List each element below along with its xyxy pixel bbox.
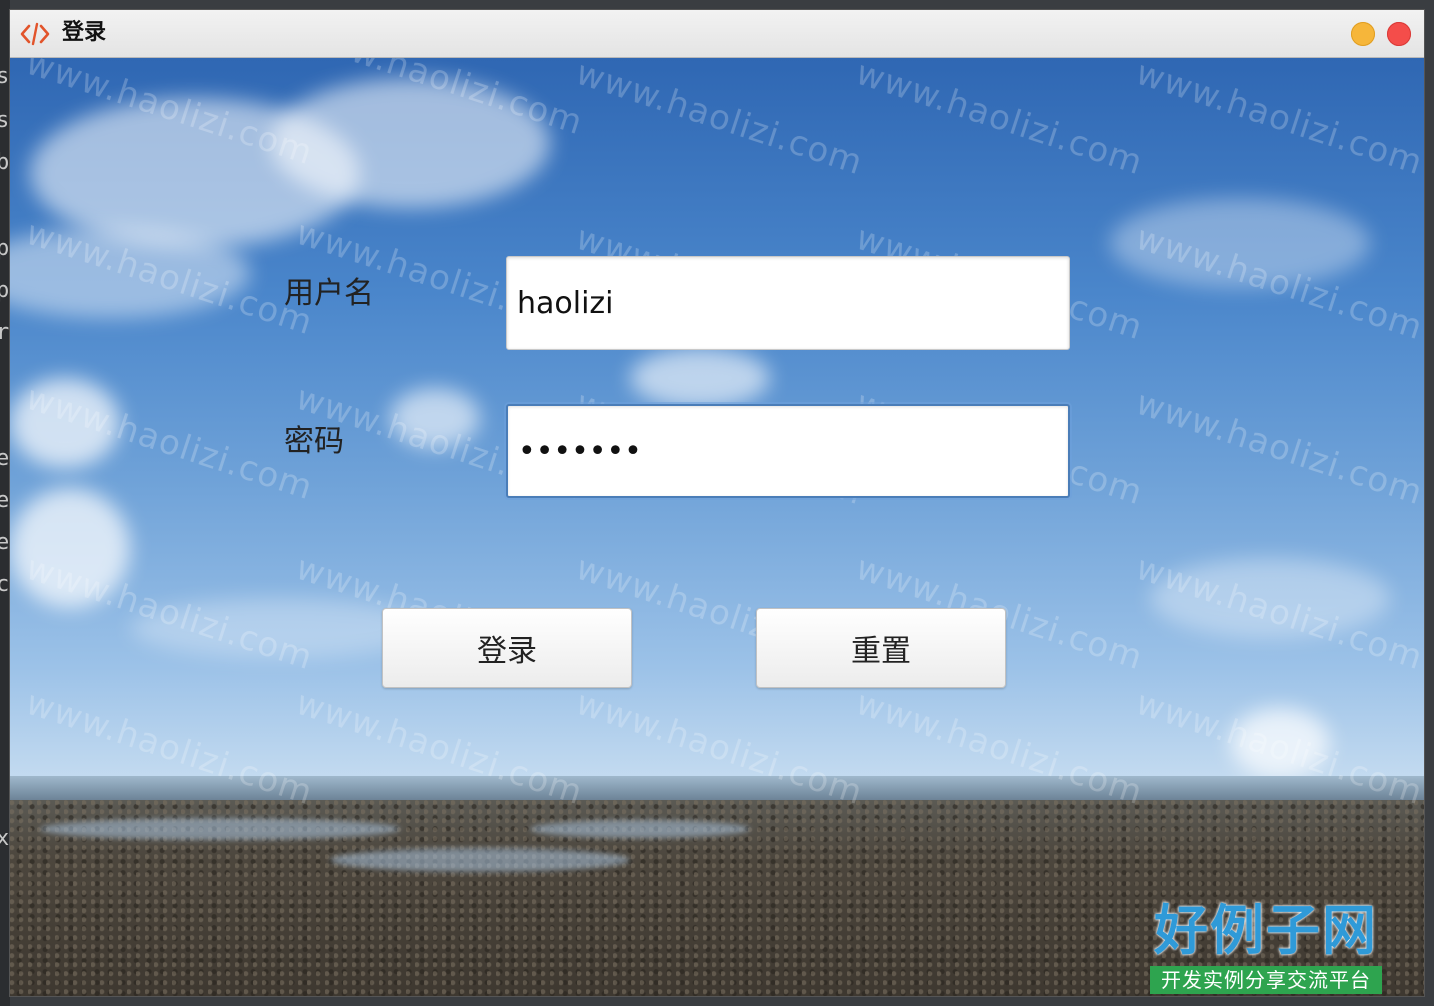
watermark-text: www.haolizi.com: [1131, 58, 1424, 184]
watermark-text: www.haolizi.com: [1131, 382, 1424, 514]
brand-name: 好例子网: [1154, 898, 1378, 962]
brand-logo: 好例子网 开发实例分享交流平台: [1150, 900, 1386, 996]
window-title: 登录: [62, 20, 107, 45]
login-panel: www.haolizi.com www.haolizi.com www.haol…: [10, 58, 1424, 996]
close-button[interactable]: [1387, 22, 1411, 46]
password-input[interactable]: [506, 404, 1070, 498]
username-input[interactable]: [506, 256, 1070, 350]
watermark-text: www.haolizi.com: [851, 58, 1148, 184]
password-label: 密码: [284, 424, 344, 459]
username-label: 用户名: [284, 276, 374, 311]
title-bar[interactable]: 登录: [10, 10, 1424, 58]
minimize-button[interactable]: [1351, 22, 1375, 46]
watermark-text: www.haolizi.com: [571, 58, 868, 184]
background-editor-strip: ssb ppr eee cx: [0, 0, 10, 1006]
login-window: 登录 www.haolizi.com www.haolizi.com www.h…: [10, 10, 1424, 996]
brand-tagline: 开发实例分享交流平台: [1150, 966, 1382, 994]
login-button[interactable]: 登录: [382, 608, 632, 688]
reset-button[interactable]: 重置: [756, 608, 1006, 688]
code-brackets-icon: [20, 22, 50, 46]
